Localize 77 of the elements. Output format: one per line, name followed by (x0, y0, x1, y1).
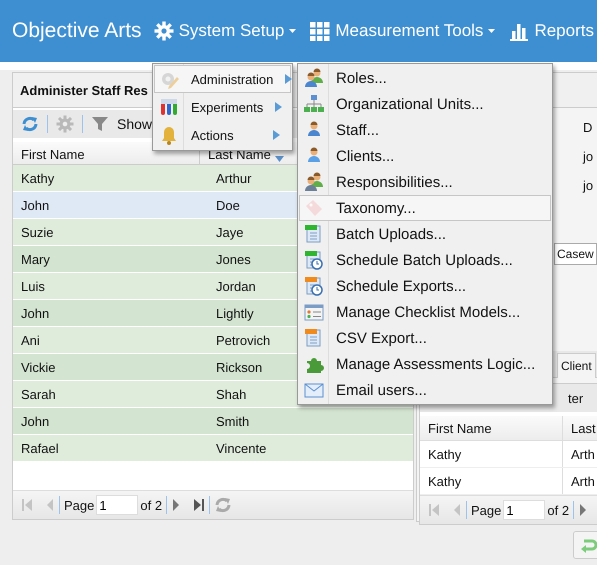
people-icon (304, 68, 324, 88)
refresh-icon (214, 496, 232, 514)
tab[interactable]: Client (557, 353, 596, 378)
column-header[interactable]: Last (563, 416, 596, 440)
table-cell-text: Luis (20, 278, 46, 296)
table-cell-text: Petrovich (215, 332, 270, 350)
people-icon (304, 172, 324, 192)
filter-button[interactable]: Show (117, 116, 152, 132)
first-page-icon (21, 498, 33, 512)
table-cell-text: Rafael (20, 440, 60, 458)
table-cell-text: Jordan (215, 278, 256, 296)
last-page-icon[interactable] (193, 498, 206, 512)
table-cell-text: Suzie (20, 224, 55, 242)
table-cell-text: Kathy (20, 170, 56, 188)
page-label: Page (64, 498, 94, 512)
table-cell-text: Lightly (215, 304, 254, 323)
table-cell-text: Jones (215, 250, 251, 268)
next-page-icon[interactable] (578, 503, 588, 517)
table-cell: Kathy (420, 468, 563, 494)
submenu-arrow-icon (273, 130, 280, 140)
table-cell-text: Doe (215, 196, 240, 214)
menu-item[interactable]: Administration (154, 65, 291, 93)
org-chart-icon (304, 94, 324, 114)
table-cell-text: Mary (20, 250, 51, 269)
checklist-icon (304, 302, 324, 322)
table-cell-text: Ani (20, 332, 41, 350)
clock-document-icon (304, 276, 324, 296)
funnel-icon (91, 115, 109, 133)
gear-icon (56, 115, 74, 133)
detail-text: D (583, 120, 592, 135)
sort-arrow-icon (274, 156, 284, 162)
gear-icon (154, 21, 174, 41)
input-field[interactable]: Casew (554, 243, 597, 265)
page-count: of 2 (140, 498, 162, 512)
detail-text: jo (583, 178, 594, 193)
caret-icon (289, 29, 296, 33)
page-label: Page (471, 502, 502, 518)
caret-icon (488, 29, 496, 33)
bar-chart-icon (509, 21, 530, 41)
table-cell-text: Vincente (215, 440, 266, 458)
table-cell-text: Arth (570, 446, 595, 464)
table-cell-text: John (20, 196, 50, 214)
table-row[interactable]: John Smith (13, 408, 413, 435)
column-header[interactable]: First Name (420, 416, 563, 440)
bell-icon (159, 125, 179, 145)
next-page-icon[interactable] (171, 498, 182, 512)
table-cell-text: Rickson (215, 358, 262, 376)
page-count: of 2 (547, 502, 570, 518)
submenu-arrow-icon (285, 74, 292, 84)
refresh-icon (21, 115, 39, 133)
grid-icon (310, 21, 330, 41)
table-cell-text: Sarah (20, 386, 57, 404)
table-row[interactable]: Rafael Vincente (13, 435, 413, 462)
table-cell-text: John (20, 412, 50, 430)
previous-page-icon (452, 503, 462, 517)
tag-icon (304, 198, 324, 218)
page-field[interactable]: 1 (503, 500, 546, 520)
table-cell-text: Arth (570, 472, 595, 490)
table-cell-text: John (20, 304, 50, 322)
previous-page-icon (45, 498, 55, 512)
table-cell-text: Jaye (215, 224, 244, 242)
table-cell-text: Smith (215, 412, 250, 430)
menu-item[interactable]: Taxonomy... (299, 195, 551, 221)
table-cell-text: Vickie (20, 358, 56, 376)
detail-text: jo (583, 149, 594, 164)
test-tubes-icon (159, 97, 179, 117)
table-cell-text: Shah (215, 386, 246, 404)
menu-item[interactable]: Staff... (299, 117, 551, 143)
table-cell-text: Arthur (215, 170, 252, 188)
filter-button[interactable]: ter (568, 390, 584, 406)
submenu-arrow-icon (275, 102, 282, 112)
app-title: Objective Arts (12, 19, 142, 43)
return-arrow-icon (580, 537, 597, 553)
page-field[interactable]: 1 (96, 495, 138, 515)
table-cell: Kathy (420, 441, 563, 467)
clock-document-icon (304, 250, 324, 270)
first-page-icon (428, 503, 440, 517)
